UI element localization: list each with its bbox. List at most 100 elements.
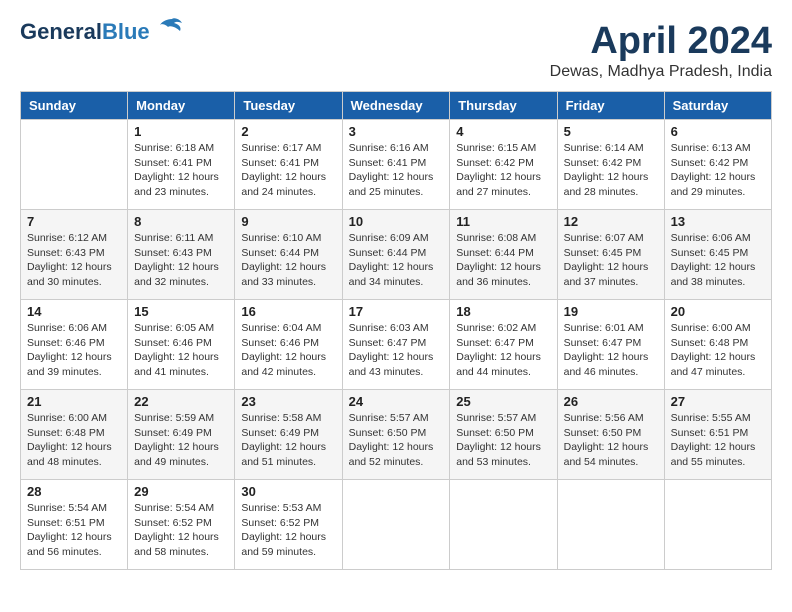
day-number: 16 xyxy=(241,304,335,319)
day-info: Sunrise: 5:55 AMSunset: 6:51 PMDaylight:… xyxy=(671,411,765,470)
day-info: Sunrise: 5:54 AMSunset: 6:52 PMDaylight:… xyxy=(134,501,228,560)
week-row-2: 7 Sunrise: 6:12 AMSunset: 6:43 PMDaylight… xyxy=(21,210,772,300)
calendar-cell: 18Sunrise: 6:02 AMSunset: 6:47 PMDayligh… xyxy=(450,300,557,390)
day-info: Sunrise: 6:11 AMSunset: 6:43 PMDaylight:… xyxy=(134,231,228,290)
day-number: 20 xyxy=(671,304,765,319)
day-info: Sunrise: 6:16 AMSunset: 6:41 PMDaylight:… xyxy=(349,141,444,200)
day-info: Sunrise: 6:14 AMSunset: 6:42 PMDaylight:… xyxy=(564,141,658,200)
title-section: April 2024 Dewas, Madhya Pradesh, India xyxy=(550,20,772,81)
day-info: Sunrise: 5:57 AMSunset: 6:50 PMDaylight:… xyxy=(349,411,444,470)
calendar-cell: 7 Sunrise: 6:12 AMSunset: 6:43 PMDaylight… xyxy=(21,210,128,300)
day-number: 26 xyxy=(564,394,658,409)
calendar-cell: 23 Sunrise: 5:58 AMSunset: 6:49 PMDayligh… xyxy=(235,390,342,480)
logo-bird-icon xyxy=(152,17,184,39)
calendar-cell: 12Sunrise: 6:07 AMSunset: 6:45 PMDayligh… xyxy=(557,210,664,300)
calendar-cell: 9Sunrise: 6:10 AMSunset: 6:44 PMDaylight… xyxy=(235,210,342,300)
day-number: 19 xyxy=(564,304,658,319)
calendar-cell: 20Sunrise: 6:00 AMSunset: 6:48 PMDayligh… xyxy=(664,300,771,390)
day-number: 1 xyxy=(134,124,228,139)
day-info: Sunrise: 6:17 AMSunset: 6:41 PMDaylight:… xyxy=(241,141,335,200)
calendar-cell: 5 Sunrise: 6:14 AMSunset: 6:42 PMDaylight… xyxy=(557,120,664,210)
col-header-wednesday: Wednesday xyxy=(342,92,450,120)
calendar-cell: 2 Sunrise: 6:17 AMSunset: 6:41 PMDaylight… xyxy=(235,120,342,210)
day-info: Sunrise: 6:08 AMSunset: 6:44 PMDaylight:… xyxy=(456,231,550,290)
calendar-cell xyxy=(21,120,128,210)
calendar-cell: 29 Sunrise: 5:54 AMSunset: 6:52 PMDayligh… xyxy=(128,480,235,570)
calendar-cell: 13 Sunrise: 6:06 AMSunset: 6:45 PMDayligh… xyxy=(664,210,771,300)
calendar-cell: 30 Sunrise: 5:53 AMSunset: 6:52 PMDayligh… xyxy=(235,480,342,570)
day-info: Sunrise: 5:54 AMSunset: 6:51 PMDaylight:… xyxy=(27,501,121,560)
calendar-cell: 22Sunrise: 5:59 AMSunset: 6:49 PMDayligh… xyxy=(128,390,235,480)
calendar-cell: 1Sunrise: 6:18 AMSunset: 6:41 PMDaylight… xyxy=(128,120,235,210)
calendar-cell: 15 Sunrise: 6:05 AMSunset: 6:46 PMDayligh… xyxy=(128,300,235,390)
col-header-thursday: Thursday xyxy=(450,92,557,120)
day-number: 21 xyxy=(27,394,121,409)
day-number: 10 xyxy=(349,214,444,229)
week-row-1: 1Sunrise: 6:18 AMSunset: 6:41 PMDaylight… xyxy=(21,120,772,210)
calendar-cell xyxy=(664,480,771,570)
calendar-cell: 6 Sunrise: 6:13 AMSunset: 6:42 PMDaylight… xyxy=(664,120,771,210)
day-number: 7 xyxy=(27,214,121,229)
day-info: Sunrise: 6:02 AMSunset: 6:47 PMDaylight:… xyxy=(456,321,550,380)
calendar-cell xyxy=(557,480,664,570)
calendar-cell: 19 Sunrise: 6:01 AMSunset: 6:47 PMDayligh… xyxy=(557,300,664,390)
logo-text: GeneralBlue xyxy=(20,20,150,44)
day-number: 2 xyxy=(241,124,335,139)
day-number: 15 xyxy=(134,304,228,319)
day-info: Sunrise: 6:15 AMSunset: 6:42 PMDaylight:… xyxy=(456,141,550,200)
calendar-cell: 4 Sunrise: 6:15 AMSunset: 6:42 PMDaylight… xyxy=(450,120,557,210)
day-info: Sunrise: 5:59 AMSunset: 6:49 PMDaylight:… xyxy=(134,411,228,470)
day-number: 23 xyxy=(241,394,335,409)
day-info: Sunrise: 5:57 AMSunset: 6:50 PMDaylight:… xyxy=(456,411,550,470)
day-number: 29 xyxy=(134,484,228,499)
col-header-sunday: Sunday xyxy=(21,92,128,120)
week-row-4: 21 Sunrise: 6:00 AMSunset: 6:48 PMDayligh… xyxy=(21,390,772,480)
day-number: 3 xyxy=(349,124,444,139)
day-number: 4 xyxy=(456,124,550,139)
calendar-table: SundayMondayTuesdayWednesdayThursdayFrid… xyxy=(20,91,772,570)
calendar-cell: 11 Sunrise: 6:08 AMSunset: 6:44 PMDayligh… xyxy=(450,210,557,300)
calendar-cell: 28 Sunrise: 5:54 AMSunset: 6:51 PMDayligh… xyxy=(21,480,128,570)
day-number: 25 xyxy=(456,394,550,409)
calendar-cell: 24Sunrise: 5:57 AMSunset: 6:50 PMDayligh… xyxy=(342,390,450,480)
day-info: Sunrise: 5:53 AMSunset: 6:52 PMDaylight:… xyxy=(241,501,335,560)
day-info: Sunrise: 6:09 AMSunset: 6:44 PMDaylight:… xyxy=(349,231,444,290)
day-number: 9 xyxy=(241,214,335,229)
day-number: 17 xyxy=(349,304,444,319)
day-number: 30 xyxy=(241,484,335,499)
calendar-cell: 3 Sunrise: 6:16 AMSunset: 6:41 PMDaylight… xyxy=(342,120,450,210)
day-number: 5 xyxy=(564,124,658,139)
week-row-3: 14 Sunrise: 6:06 AMSunset: 6:46 PMDayligh… xyxy=(21,300,772,390)
calendar-cell: 14 Sunrise: 6:06 AMSunset: 6:46 PMDayligh… xyxy=(21,300,128,390)
day-number: 14 xyxy=(27,304,121,319)
day-info: Sunrise: 6:06 AMSunset: 6:45 PMDaylight:… xyxy=(671,231,765,290)
calendar-cell: 17 Sunrise: 6:03 AMSunset: 6:47 PMDayligh… xyxy=(342,300,450,390)
day-info: Sunrise: 6:06 AMSunset: 6:46 PMDaylight:… xyxy=(27,321,121,380)
day-number: 6 xyxy=(671,124,765,139)
calendar-cell: 21 Sunrise: 6:00 AMSunset: 6:48 PMDayligh… xyxy=(21,390,128,480)
day-info: Sunrise: 6:03 AMSunset: 6:47 PMDaylight:… xyxy=(349,321,444,380)
logo: GeneralBlue xyxy=(20,20,184,44)
col-header-monday: Monday xyxy=(128,92,235,120)
calendar-cell xyxy=(342,480,450,570)
day-number: 11 xyxy=(456,214,550,229)
week-row-5: 28 Sunrise: 5:54 AMSunset: 6:51 PMDayligh… xyxy=(21,480,772,570)
calendar-cell: 26Sunrise: 5:56 AMSunset: 6:50 PMDayligh… xyxy=(557,390,664,480)
day-number: 8 xyxy=(134,214,228,229)
calendar-cell: 8 Sunrise: 6:11 AMSunset: 6:43 PMDaylight… xyxy=(128,210,235,300)
day-info: Sunrise: 6:01 AMSunset: 6:47 PMDaylight:… xyxy=(564,321,658,380)
day-info: Sunrise: 5:58 AMSunset: 6:49 PMDaylight:… xyxy=(241,411,335,470)
day-info: Sunrise: 6:12 AMSunset: 6:43 PMDaylight:… xyxy=(27,231,121,290)
calendar-cell xyxy=(450,480,557,570)
col-header-tuesday: Tuesday xyxy=(235,92,342,120)
day-info: Sunrise: 6:13 AMSunset: 6:42 PMDaylight:… xyxy=(671,141,765,200)
col-header-friday: Friday xyxy=(557,92,664,120)
header: GeneralBlue April 2024 Dewas, Madhya Pra… xyxy=(20,20,772,81)
day-number: 13 xyxy=(671,214,765,229)
day-info: Sunrise: 6:00 AMSunset: 6:48 PMDaylight:… xyxy=(27,411,121,470)
calendar-cell: 10 Sunrise: 6:09 AMSunset: 6:44 PMDayligh… xyxy=(342,210,450,300)
day-number: 27 xyxy=(671,394,765,409)
day-number: 28 xyxy=(27,484,121,499)
calendar-cell: 16Sunrise: 6:04 AMSunset: 6:46 PMDayligh… xyxy=(235,300,342,390)
day-info: Sunrise: 6:05 AMSunset: 6:46 PMDaylight:… xyxy=(134,321,228,380)
